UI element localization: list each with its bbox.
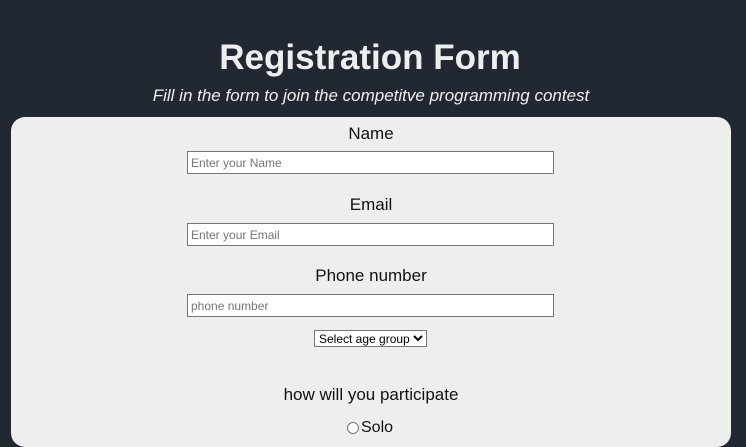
participation-label: how will you participate bbox=[283, 385, 459, 404]
solo-radio[interactable] bbox=[347, 421, 359, 434]
phone-label: Phone number bbox=[315, 266, 427, 285]
email-label: Email bbox=[349, 195, 393, 214]
solo-radio-label: Solo bbox=[361, 419, 394, 436]
participation-option-solo[interactable]: Solo bbox=[347, 419, 393, 437]
name-input[interactable] bbox=[187, 151, 554, 174]
page-subtitle: Fill in the form to join the competitve … bbox=[152, 86, 590, 105]
email-input[interactable] bbox=[187, 223, 554, 246]
phone-input[interactable] bbox=[187, 294, 554, 317]
age-group-select[interactable]: Select age group bbox=[314, 330, 427, 347]
registration-form: Name Email Phone number Select age group… bbox=[11, 117, 731, 447]
name-label: Name bbox=[348, 124, 394, 143]
page-title: Registration Form bbox=[219, 38, 521, 77]
